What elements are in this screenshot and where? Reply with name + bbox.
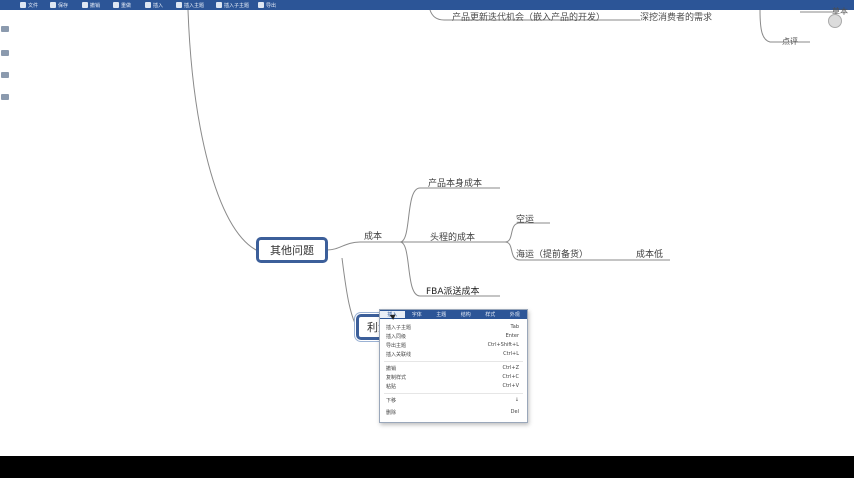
bottom-black-bar	[0, 456, 854, 478]
menu-item-insert-subtopic[interactable]: 插入子主题 Tab	[386, 323, 519, 331]
node-cost[interactable]: 成本	[364, 229, 382, 242]
menu-item-copy-style[interactable]: 复制样式 Ctrl+C	[386, 373, 519, 381]
menu-tab-appearance[interactable]: 外观	[503, 311, 528, 318]
menu-item-undo[interactable]: 撤销 Ctrl+Z	[386, 364, 519, 372]
node-air-freight[interactable]: 空运	[516, 212, 534, 225]
menu-tab-font[interactable]: 字体	[405, 311, 430, 318]
menu-separator	[384, 393, 523, 394]
menu-item-insert-sibling[interactable]: 插入同级 Enter	[386, 332, 519, 340]
menu-tab-theme[interactable]: 主题	[429, 311, 454, 318]
node-sea-freight[interactable]: 海运（提前备货）	[516, 247, 588, 260]
topic-product-iteration[interactable]: 产品更新迭代机会（嵌入产品的开发）	[452, 10, 605, 23]
node-low-cost[interactable]: 成本低	[636, 247, 663, 260]
node-first-leg-cost[interactable]: 头程的成本	[430, 230, 475, 243]
context-menu-tabs: 插入 字体 主题 结构 样式 外观	[380, 310, 527, 319]
context-menu: 插入 字体 主题 结构 样式 外观 插入子主题 Tab 插入同级 Enter 导出主…	[379, 309, 528, 423]
menu-item-paste[interactable]: 粘贴 Ctrl+V	[386, 382, 519, 390]
menu-tab-structure[interactable]: 结构	[454, 311, 479, 318]
node-product-cost[interactable]: 产品本身成本	[428, 176, 482, 189]
node-fba-cost[interactable]: FBA派送成本	[426, 284, 480, 297]
collapse-button[interactable]	[828, 14, 842, 28]
menu-item-export-topic[interactable]: 导出主题 Ctrl+Shift+L	[386, 341, 519, 349]
menu-tab-style[interactable]: 样式	[478, 311, 503, 318]
menu-separator	[384, 361, 523, 362]
topic-consumer-needs[interactable]: 深挖消费者的需求	[640, 10, 712, 23]
node-other-issues[interactable]: 其他问题	[256, 237, 328, 263]
menu-item-move-down[interactable]: 下移 ↓	[386, 396, 519, 404]
topic-review[interactable]: 点评	[782, 36, 798, 47]
menu-item-delete[interactable]: 删除 Del	[386, 408, 519, 416]
menu-item-insert-relation[interactable]: 插入关联线 Ctrl+L	[386, 350, 519, 358]
